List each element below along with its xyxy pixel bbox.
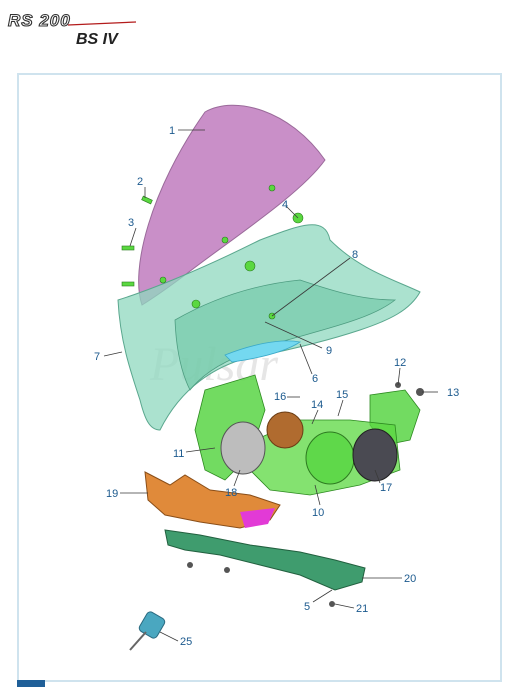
bottom-panel-part [164, 529, 366, 591]
callout-21: 21 [356, 603, 368, 615]
callout-16: 16 [274, 391, 286, 403]
page-corner-tab [17, 680, 45, 687]
callout-3: 3 [128, 217, 134, 229]
bolt-25-part [129, 611, 166, 651]
left-lens-part [220, 421, 266, 475]
callout-5: 5 [304, 601, 310, 613]
callout-18: 18 [225, 487, 237, 499]
callout-4: 4 [282, 199, 288, 211]
callout-17: 17 [380, 482, 392, 494]
right-lens-back-part [352, 428, 398, 482]
callout-12: 12 [394, 357, 406, 369]
callout-10: 10 [312, 507, 324, 519]
callout-2: 2 [137, 176, 143, 188]
right-lens-part [305, 431, 355, 485]
callout-13: 13 [447, 387, 459, 399]
callout-11: 11 [173, 448, 184, 460]
left-lens-back-part [266, 411, 304, 449]
callout-6: 6 [312, 373, 318, 385]
callout-8: 8 [352, 249, 358, 261]
exploded-parts-diagram: Pulsar [94, 104, 459, 651]
callout-9: 9 [326, 345, 332, 357]
callout-25: 25 [180, 636, 192, 648]
callout-15: 15 [336, 389, 348, 401]
callout-14: 14 [311, 399, 323, 411]
callout-1: 1 [169, 125, 175, 137]
callout-19: 19 [106, 488, 118, 500]
callout-7: 7 [94, 351, 100, 363]
callout-20: 20 [404, 573, 416, 585]
